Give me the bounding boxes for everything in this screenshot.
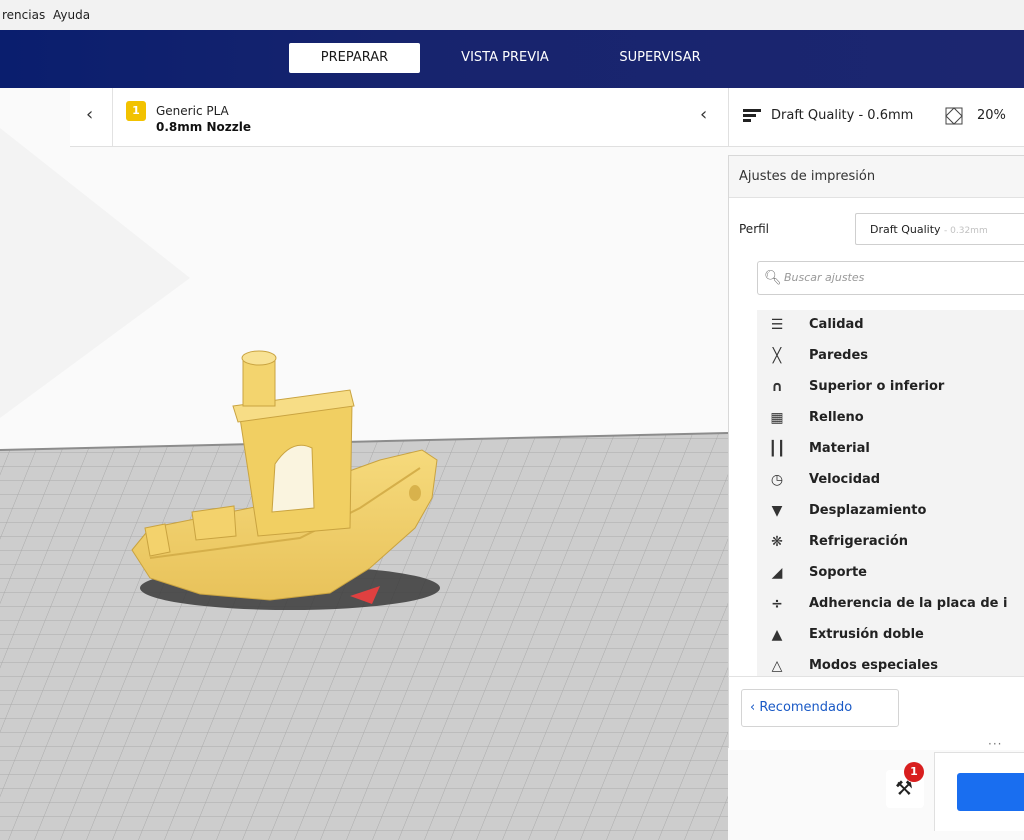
divider xyxy=(112,88,113,146)
panel-footer: ‹ Recomendado xyxy=(729,676,1024,750)
quality-label: Draft Quality - 0.6mm xyxy=(771,108,914,123)
top-bottom-icon: ∩ xyxy=(771,379,783,395)
category-quality[interactable]: ☰ Calidad xyxy=(757,310,1024,341)
category-dual-extrusion[interactable]: ▲ Extrusión doble xyxy=(757,620,1024,651)
category-adhesion[interactable]: ÷ Adherencia de la placa de i xyxy=(757,589,1024,620)
material-icon: ┃┃ xyxy=(768,441,786,457)
dual-extrusion-icon: ▲ xyxy=(771,627,783,643)
search-placeholder: Buscar ajustes xyxy=(784,271,865,284)
travel-icon: ▼ xyxy=(771,503,783,519)
category-support[interactable]: ◢ Soporte xyxy=(757,558,1024,589)
slice-button[interactable] xyxy=(957,773,1024,811)
settings-category-list[interactable]: ☰ Calidad ╳ Paredes ∩ Superior o inferio… xyxy=(757,310,1024,676)
search-icon: 🔍︎ xyxy=(764,270,782,286)
resize-handle-icon[interactable]: ··· xyxy=(988,737,1002,751)
nozzle-name: 0.8mm Nozzle xyxy=(156,120,251,134)
profile-name: Draft Quality xyxy=(870,223,941,236)
cooling-icon: ❋ xyxy=(771,534,783,550)
quality-icon: ☰ xyxy=(770,317,784,333)
stage-bar: PREPARAR VISTA PREVIA SUPERVISAR xyxy=(0,30,1024,88)
tab-monitor[interactable]: SUPERVISAR xyxy=(600,43,720,73)
category-special-modes[interactable]: △ Modos especiales xyxy=(757,651,1024,676)
chevron-left-icon[interactable]: ‹ xyxy=(86,104,93,125)
category-infill[interactable]: ▦ Relleno xyxy=(757,403,1024,434)
category-travel[interactable]: ▼ Desplazamiento xyxy=(757,496,1024,527)
infill-icon xyxy=(945,107,963,125)
background-shape xyxy=(0,128,190,418)
menu-item-preferences[interactable]: rencias xyxy=(2,8,45,22)
chevron-left-icon: ‹ xyxy=(750,700,760,715)
menu-item-help[interactable]: Ayuda xyxy=(53,8,90,22)
tab-preview[interactable]: VISTA PREVIA xyxy=(440,43,570,73)
speed-icon: ◷ xyxy=(770,472,784,488)
print-setup-selector[interactable]: Draft Quality - 0.6mm 20% xyxy=(728,88,1024,147)
extruder-badge-icon: 1 xyxy=(126,101,146,121)
adhesion-icon: ÷ xyxy=(771,596,783,612)
special-modes-icon: △ xyxy=(771,658,783,674)
category-walls[interactable]: ╳ Paredes xyxy=(757,341,1024,372)
support-icon: ◢ xyxy=(771,565,783,581)
material-selector[interactable]: ‹ 1 Generic PLA 0.8mm Nozzle ‹ xyxy=(70,88,728,147)
category-material[interactable]: ┃┃ Material xyxy=(757,434,1024,465)
material-name: Generic PLA xyxy=(156,104,229,118)
quality-icon xyxy=(743,109,761,122)
panel-title: Ajustes de impresión xyxy=(729,156,1024,198)
action-panel xyxy=(934,752,1024,831)
profile-detail: - 0.32mm xyxy=(944,226,988,236)
category-cooling[interactable]: ❋ Refrigeración xyxy=(757,527,1024,558)
chevron-left-icon[interactable]: ‹ xyxy=(700,104,707,125)
category-top-bottom[interactable]: ∩ Superior o inferior xyxy=(757,372,1024,403)
search-input[interactable]: 🔍︎ Buscar ajustes xyxy=(757,261,1024,295)
infill-icon: ▦ xyxy=(770,410,784,426)
tab-prepare[interactable]: PREPARAR xyxy=(289,43,420,73)
print-settings-panel: Ajustes de impresión Perfil Draft Qualit… xyxy=(728,155,1024,750)
profile-label: Perfil xyxy=(739,222,770,236)
profile-dropdown[interactable]: Draft Quality - 0.32mm xyxy=(855,213,1024,245)
infill-label: 20% xyxy=(977,108,1006,123)
notification-badge: 1 xyxy=(904,762,924,782)
menu-bar: rencias Ayuda xyxy=(0,0,1024,30)
walls-icon: ╳ xyxy=(772,348,782,364)
category-speed[interactable]: ◷ Velocidad xyxy=(757,465,1024,496)
recommended-button[interactable]: ‹ Recomendado xyxy=(741,689,899,727)
